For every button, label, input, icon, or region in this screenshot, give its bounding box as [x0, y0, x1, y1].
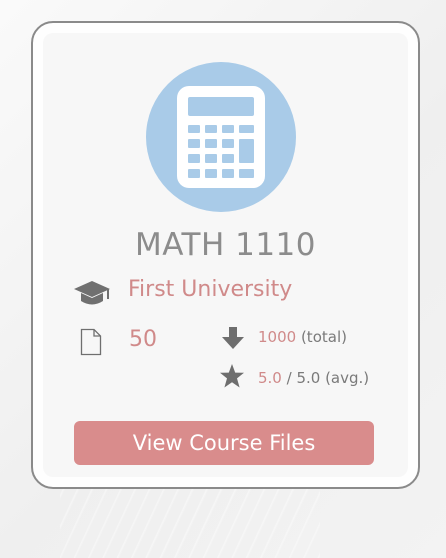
- course-card: MATH 1110 First University 50 1000 (tota…: [31, 21, 420, 489]
- file-icon: [80, 328, 102, 356]
- course-icon-circle: [146, 62, 296, 212]
- university-name[interactable]: First University: [128, 277, 292, 302]
- calculator-icon: [177, 86, 265, 188]
- downloads-suffix: (total): [296, 328, 347, 346]
- downloads-stat: 1000 (total): [258, 328, 347, 346]
- view-course-files-button[interactable]: View Course Files: [74, 421, 374, 465]
- graduation-cap-icon: [74, 281, 110, 305]
- files-count: 50: [129, 327, 157, 352]
- downloads-count: 1000: [258, 328, 297, 346]
- download-arrow-icon: [222, 327, 244, 349]
- course-title: MATH 1110: [134, 227, 317, 263]
- rating-value: 5.0: [258, 369, 282, 387]
- rating-stat: 5.0 / 5.0 (avg.): [258, 369, 369, 387]
- rating-suffix: / 5.0 (avg.): [281, 369, 370, 387]
- star-icon: [220, 364, 244, 388]
